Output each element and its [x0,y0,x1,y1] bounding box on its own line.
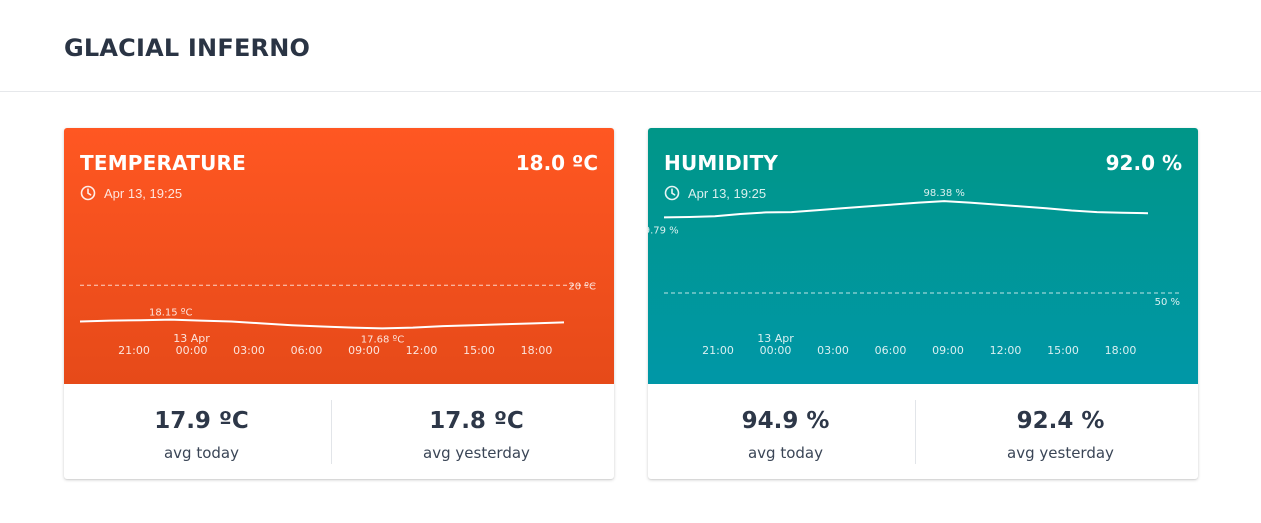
humidity-panel: 50 % 98.38 % 89.79 % 21:00 00:0013 Apr 03:00 0… [648,128,1198,384]
humidity-title: HUMIDITY [664,151,779,175]
humidity-card[interactable]: 50 % 98.38 % 89.79 % 21:00 00:0013 Apr 03:00 0… [648,128,1198,479]
avg-today-label: avg today [747,444,823,462]
temperature-timestamp: Apr 13, 19:25 [104,186,183,201]
x-tick-label: 15:00 [1047,344,1079,357]
temperature-title: TEMPERATURE [80,151,246,175]
humidity-stats: 94.9 % avg today 92.4 % avg yesterday [648,384,1198,479]
x-tick-label: 09:00 [932,344,964,357]
x-tick-label: 12:00 [406,344,438,357]
x-tick-date-label: 13 Apr [173,332,210,345]
humidity-avg-yesterday: 92.4 % avg yesterday [923,384,1198,479]
humidity-timestamp: Apr 13, 19:25 [688,186,767,201]
page-title: GLACIAL INFERNO [64,34,311,62]
x-tick-label: 03:00 [817,344,849,357]
avg-yesterday-label: avg yesterday [1007,444,1114,462]
clock-icon [664,185,680,201]
x-tick-label: 03:00 [233,344,265,357]
series-line [663,200,1149,219]
reference-label: 20 ºC [568,281,596,292]
x-tick-label: 00:00 [760,344,792,357]
max-label: 18.15 ºC [149,308,193,319]
stats-divider [915,400,916,464]
temperature-avg-yesterday: 17.8 ºC avg yesterday [339,384,614,479]
x-tick-label: 18:00 [1105,344,1137,357]
avg-today-label: avg today [163,444,239,462]
max-label: 98.38 % [924,188,965,199]
series-line [79,318,565,330]
min-label: 89.79 % [648,225,679,236]
avg-yesterday-value: 17.8 ºC [429,408,524,434]
x-tick-label: 12:00 [990,344,1022,357]
avg-today-value: 17.9 ºC [154,408,249,434]
humidity-current-value: 92.0 % [1105,151,1182,175]
stats-divider [331,400,332,464]
avg-yesterday-label: avg yesterday [423,444,530,462]
x-tick-label: 21:00 [702,344,734,357]
temperature-panel: 20 ºC 18.15 ºC 17.68 ºC 21:00 00:00 13 Apr 03:… [64,128,614,384]
temperature-current-value: 18.0 ºC [515,151,598,175]
temperature-avg-today: 17.9 ºC avg today [64,384,339,479]
x-tick-label: 18:00 [521,344,553,357]
x-tick-date-label: 13 Apr [757,332,794,345]
top-bar: GLACIAL INFERNO [0,0,1261,92]
x-tick-label: 21:00 [118,344,150,357]
x-tick-label: 09:00 [348,344,380,357]
x-tick-label: 06:00 [291,344,323,357]
clock-icon [80,185,96,201]
temperature-card[interactable]: 20 ºC 18.15 ºC 17.68 ºC 21:00 00:00 13 Apr 03:… [64,128,614,479]
temperature-stats: 17.9 ºC avg today 17.8 ºC avg yesterday [64,384,614,479]
avg-today-value: 94.9 % [741,408,830,434]
x-tick-label: 00:00 [176,344,208,357]
avg-yesterday-value: 92.4 % [1016,408,1105,434]
x-tick-label: 06:00 [875,344,907,357]
x-tick-label: 15:00 [463,344,495,357]
humidity-avg-today: 94.9 % avg today [648,384,923,479]
reference-label: 50 % [1155,297,1180,308]
